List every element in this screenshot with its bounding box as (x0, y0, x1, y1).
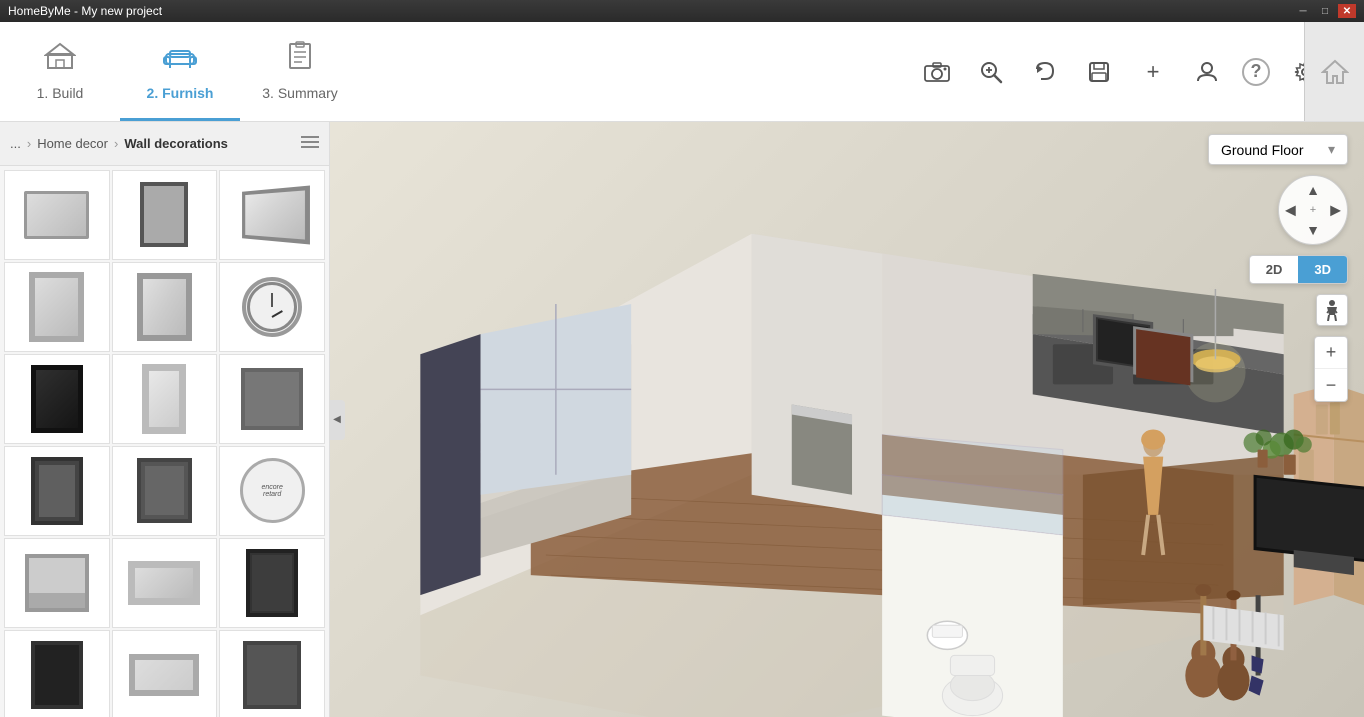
zoom-in-button[interactable]: + (1315, 337, 1347, 369)
person-view-button[interactable] (1316, 294, 1348, 326)
list-item[interactable]: encoreretard (219, 446, 325, 536)
zoom-out-button[interactable]: − (1315, 369, 1347, 401)
summary-icon (286, 40, 314, 79)
build-icon (44, 40, 76, 79)
titlebar: HomeByMe - My new project ─ □ ✕ (0, 0, 1364, 22)
breadcrumb-sep-1: › (27, 136, 31, 151)
list-item[interactable] (112, 630, 218, 717)
list-view-toggle[interactable] (301, 135, 319, 152)
item-thumbnail (231, 364, 314, 434)
item-thumbnail (15, 456, 98, 526)
list-item[interactable] (219, 538, 325, 628)
step-furnish[interactable]: 2. Furnish (120, 22, 240, 121)
help-button[interactable]: ? (1242, 58, 1270, 86)
top-navigation: 1. Build 2. Furnish (0, 22, 1364, 122)
item-thumbnail: encoreretard (231, 456, 314, 526)
breadcrumb-home-decor[interactable]: Home decor (37, 136, 108, 151)
toolbar: + ? (918, 53, 1324, 91)
build-label: 1. Build (37, 85, 84, 101)
item-thumbnail (123, 272, 206, 342)
item-thumbnail (231, 272, 314, 342)
item-thumbnail (15, 180, 98, 250)
item-thumbnail (15, 272, 98, 342)
left-sidebar: ... › Home decor › Wall decorations (0, 122, 330, 717)
view-3d-button[interactable]: 3D (1298, 256, 1347, 283)
item-thumbnail (15, 364, 98, 434)
zoom-controls: + − (1314, 336, 1348, 402)
search-zoom-button[interactable] (972, 53, 1010, 91)
list-item[interactable] (219, 630, 325, 717)
person-icon (1321, 299, 1343, 321)
camera-button[interactable] (918, 53, 956, 91)
view-mode-toggle: 2D 3D (1249, 255, 1348, 284)
item-thumbnail (123, 640, 206, 710)
list-item[interactable] (4, 170, 110, 260)
chevron-left-icon: ◀ (333, 414, 341, 425)
sidebar-toggle-button[interactable]: ◀ (329, 400, 345, 440)
view-2d-button[interactable]: 2D (1250, 256, 1299, 283)
list-item[interactable] (4, 262, 110, 352)
viewport-controls: Ground Floor ▾ ▲ ▼ ◀ ▶ + 2D 3D (1208, 134, 1348, 402)
app: 1. Build 2. Furnish (0, 22, 1364, 717)
list-item[interactable] (112, 538, 218, 628)
list-item[interactable] (112, 170, 218, 260)
close-button[interactable]: ✕ (1338, 4, 1356, 18)
summary-label: 3. Summary (262, 85, 337, 101)
compass-right-button[interactable]: ▶ (1330, 202, 1341, 219)
list-item[interactable] (112, 262, 218, 352)
item-thumbnail (123, 456, 206, 526)
undo-button[interactable] (1026, 53, 1064, 91)
breadcrumb-wall-decorations[interactable]: Wall decorations (124, 136, 228, 151)
item-thumbnail (231, 640, 314, 710)
maximize-button[interactable]: □ (1316, 4, 1334, 18)
breadcrumb: ... › Home decor › Wall decorations (0, 122, 329, 166)
item-thumbnail (123, 548, 206, 618)
breadcrumb-sep-2: › (114, 136, 118, 151)
item-thumbnail (123, 364, 206, 434)
save-button[interactable] (1080, 53, 1118, 91)
list-item[interactable] (4, 446, 110, 536)
list-item[interactable] (112, 354, 218, 444)
home-button[interactable] (1304, 22, 1364, 121)
item-thumbnail (123, 180, 206, 250)
step-build[interactable]: 1. Build (0, 22, 120, 121)
item-thumbnail (231, 180, 314, 250)
titlebar-title: HomeByMe - My new project (8, 4, 162, 18)
compass-down-button[interactable]: ▼ (1306, 222, 1320, 238)
compass-center: + (1310, 204, 1316, 216)
step-summary[interactable]: 3. Summary (240, 22, 360, 121)
minimize-button[interactable]: ─ (1294, 4, 1312, 18)
item-thumbnail (15, 548, 98, 618)
titlebar-controls: ─ □ ✕ (1294, 4, 1356, 18)
list-item[interactable] (4, 354, 110, 444)
floor-selector[interactable]: Ground Floor ▾ (1208, 134, 1348, 165)
list-item[interactable] (219, 354, 325, 444)
list-item[interactable] (4, 538, 110, 628)
list-item[interactable] (219, 262, 325, 352)
item-thumbnail (231, 548, 314, 618)
furnish-label: 2. Furnish (147, 85, 214, 101)
compass-up-button[interactable]: ▲ (1306, 182, 1320, 198)
breadcrumb-ellipsis[interactable]: ... (10, 136, 21, 151)
content-area: ... › Home decor › Wall decorations (0, 122, 1364, 717)
navigation-compass: ▲ ▼ ◀ ▶ + (1278, 175, 1348, 245)
floor-selector-chevron: ▾ (1328, 141, 1335, 158)
list-item[interactable] (4, 630, 110, 717)
list-item[interactable] (112, 446, 218, 536)
item-thumbnail (15, 640, 98, 710)
items-grid: encoreretard (0, 166, 329, 717)
profile-button[interactable] (1188, 53, 1226, 91)
add-button[interactable]: + (1134, 53, 1172, 91)
3d-viewport[interactable]: Ground Floor ▾ ▲ ▼ ◀ ▶ + 2D 3D (330, 122, 1364, 717)
compass-left-button[interactable]: ◀ (1285, 202, 1296, 219)
floor-selector-label: Ground Floor (1221, 142, 1303, 158)
list-item[interactable] (219, 170, 325, 260)
furnish-icon (162, 40, 198, 79)
